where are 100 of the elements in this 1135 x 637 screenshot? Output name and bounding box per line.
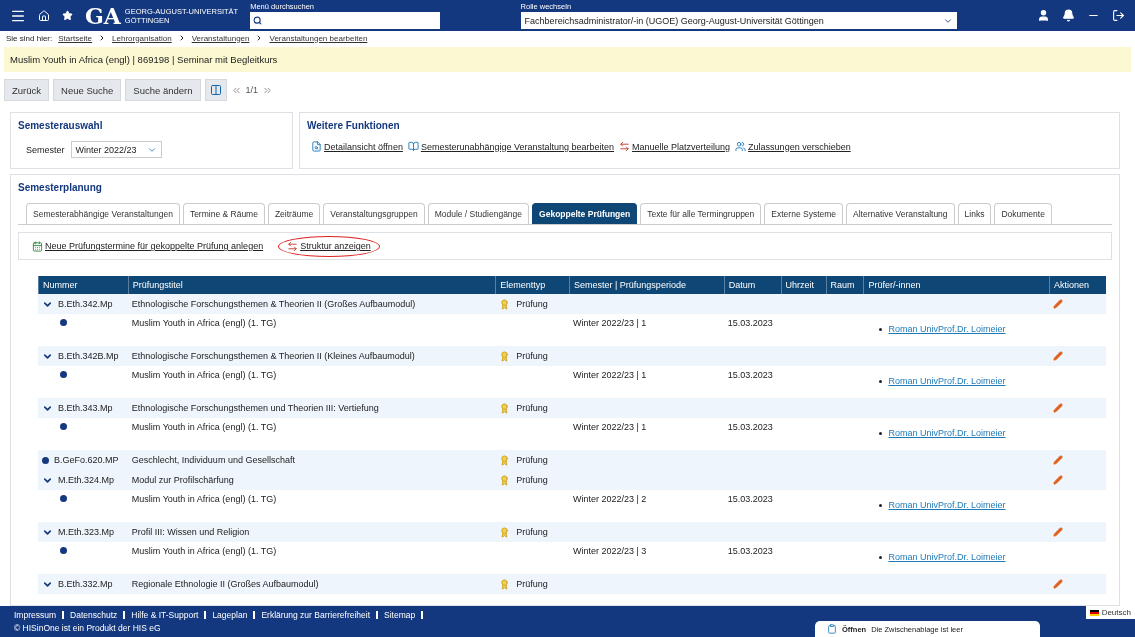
tab[interactable]: Externe Systeme [764, 203, 844, 224]
footer-link[interactable]: Hilfe & IT-Support [131, 610, 199, 620]
function-link[interactable]: Zulassungen verschieben [735, 141, 851, 152]
tab[interactable]: Zeiträume [267, 203, 321, 224]
table-cell: 15.03.2023 [727, 422, 773, 432]
table-cell: B.Eth.332.Mp [58, 579, 113, 589]
search-field[interactable] [250, 12, 441, 29]
semester-label: Semester [26, 144, 65, 155]
medal-icon [499, 298, 511, 310]
table-cell: 15.03.2023 [727, 318, 773, 328]
footer-link[interactable]: Datenschutz [70, 610, 118, 620]
action-link[interactable]: Neue Prüfungstermine für gekoppelte Prüfung anlegen [32, 240, 264, 252]
toolbar-button[interactable]: Neue Suche [53, 79, 122, 101]
medal-icon [499, 526, 511, 538]
user-icon[interactable] [1037, 9, 1050, 22]
language-select[interactable]: Deutsch [1085, 606, 1135, 619]
tab[interactable]: Alternative Veranstaltung [846, 203, 955, 224]
footer-link[interactable]: Impressum [14, 610, 57, 620]
tab[interactable]: Texte für alle Termingruppen [640, 203, 762, 224]
logo-mark: GA [85, 4, 121, 27]
table-cell: Prüfung [516, 579, 548, 589]
tab[interactable]: Semesterabhängige Veranstaltungen [26, 203, 180, 224]
medal-icon [499, 350, 511, 362]
function-link[interactable]: Semesterunabhängige Veranstaltung bearbeiten [407, 141, 615, 152]
table-cell: Muslim Youth in Africa (engl) (1. TG) [131, 370, 277, 380]
table-cell: Winter 2022/23 | 2 [573, 494, 647, 504]
table-cell: Prüfung [516, 351, 548, 361]
edit-icon[interactable] [1053, 579, 1064, 589]
examiner-link[interactable]: Roman UnivProf.Dr. Loimeier [888, 376, 1006, 386]
edit-icon[interactable] [1053, 403, 1064, 413]
table-cell: 15.03.2023 [727, 370, 773, 380]
edit-icon[interactable] [1053, 527, 1064, 537]
table-cell: Prüfung [516, 403, 548, 413]
table-cell: 15.03.2023 [727, 546, 773, 556]
table-cell: Muslim Youth in Africa (engl) (1. TG) [131, 546, 277, 556]
table-cell: Prüfung [516, 455, 548, 465]
leaf-dot-icon [60, 423, 67, 430]
table-cell: Regionale Ethnologie II (Großes Aufbaumodul) [131, 579, 319, 589]
clipboard-icon [827, 624, 837, 634]
table-cell: Prüfung [516, 299, 548, 309]
table-cell: Geschlecht, Individuum und Gesellschaft [131, 455, 295, 465]
footer-link[interactable]: Erklärung zur Barrierefreiheit [261, 610, 371, 620]
swap-arrows-icon [287, 240, 299, 252]
leaf-dot-icon [60, 319, 67, 326]
function-link[interactable]: Manuelle Platzverteilung [619, 141, 731, 152]
table-cell: Winter 2022/23 | 1 [573, 370, 647, 380]
breadcrumb-link[interactable]: Veranstaltungen bearbeiten [269, 33, 368, 43]
tab[interactable]: Links [957, 203, 992, 224]
edit-icon[interactable] [1053, 455, 1064, 465]
leaf-dot-icon [60, 371, 67, 378]
breadcrumb-link[interactable]: Veranstaltungen [191, 33, 250, 43]
tab[interactable]: Module / Studiengänge [427, 203, 530, 224]
table-cell: Profil III: Wissen und Religion [131, 527, 250, 537]
tab[interactable]: Dokumente [994, 203, 1052, 224]
flag-icon [1089, 609, 1099, 616]
bell-icon[interactable] [1062, 9, 1075, 22]
function-link[interactable]: Detailansicht öffnen [311, 141, 403, 152]
table-cell: Prüfung [516, 475, 548, 485]
semester-select[interactable]: Winter 2022/23 [70, 141, 162, 158]
table-cell: Muslim Youth in Africa (engl) (1. TG) [131, 422, 277, 432]
tab[interactable]: Veranstaltungsgruppen [323, 203, 425, 224]
table-cell: Ethnologische Forschungsthemen & Theorien II (Kleines Aufbaumodul) [131, 351, 415, 361]
medal-icon [499, 454, 511, 466]
edit-icon[interactable] [1053, 475, 1064, 485]
edit-icon[interactable] [1053, 299, 1064, 309]
table-cell: Ethnologische Forschungsthemen und Theorien III: Vertiefung [131, 403, 379, 413]
columns-icon [209, 84, 222, 96]
logout-icon[interactable] [1112, 9, 1125, 22]
star-icon[interactable] [62, 10, 73, 21]
action-link[interactable]: Struktur anzeigen [287, 240, 371, 252]
table-cell: B.Eth.342.Mp [58, 299, 113, 309]
medal-icon [499, 402, 511, 414]
breadcrumb-link[interactable]: Lehrorganisation [112, 33, 172, 43]
tab[interactable]: Gekoppelte Prüfungen [532, 203, 638, 224]
leaf-dot-icon [42, 456, 49, 464]
role-select[interactable]: Fachbereichsadministrator/-in (UGOE) Georg-August-Universität Göttingen [520, 12, 957, 29]
breadcrumb-label: Sie sind hier: [6, 33, 53, 43]
columns-button[interactable] [204, 79, 227, 101]
examiner-link[interactable]: Roman UnivProf.Dr. Loimeier [888, 500, 1006, 510]
examiner-link[interactable]: Roman UnivProf.Dr. Loimeier [888, 552, 1006, 562]
calendar-icon [32, 240, 43, 252]
footer-link[interactable]: Sitemap [384, 610, 416, 620]
leaf-dot-icon [60, 495, 67, 502]
table-cell: Modul zur Profilschärfung [131, 475, 234, 485]
toolbar-button[interactable]: Zurück [4, 79, 50, 101]
tab[interactable]: Termine & Räume [182, 203, 265, 224]
home-icon[interactable] [38, 9, 50, 22]
table-cell: Winter 2022/23 | 1 [573, 422, 647, 432]
table-cell: 15.03.2023 [727, 494, 773, 504]
table-cell: Winter 2022/23 | 1 [573, 318, 647, 328]
footer-link[interactable]: Lageplan [212, 610, 248, 620]
medal-icon [499, 474, 511, 486]
breadcrumb-link[interactable]: Startseite [58, 33, 93, 43]
people-icon [735, 141, 747, 152]
examiner-link[interactable]: Roman UnivProf.Dr. Loimeier [888, 324, 1006, 334]
panel-title: Semesterplanung [18, 182, 103, 193]
book-icon [407, 141, 419, 152]
edit-icon[interactable] [1053, 351, 1064, 361]
examiner-link[interactable]: Roman UnivProf.Dr. Loimeier [888, 428, 1006, 438]
toolbar-button[interactable]: Suche ändern [125, 79, 201, 101]
